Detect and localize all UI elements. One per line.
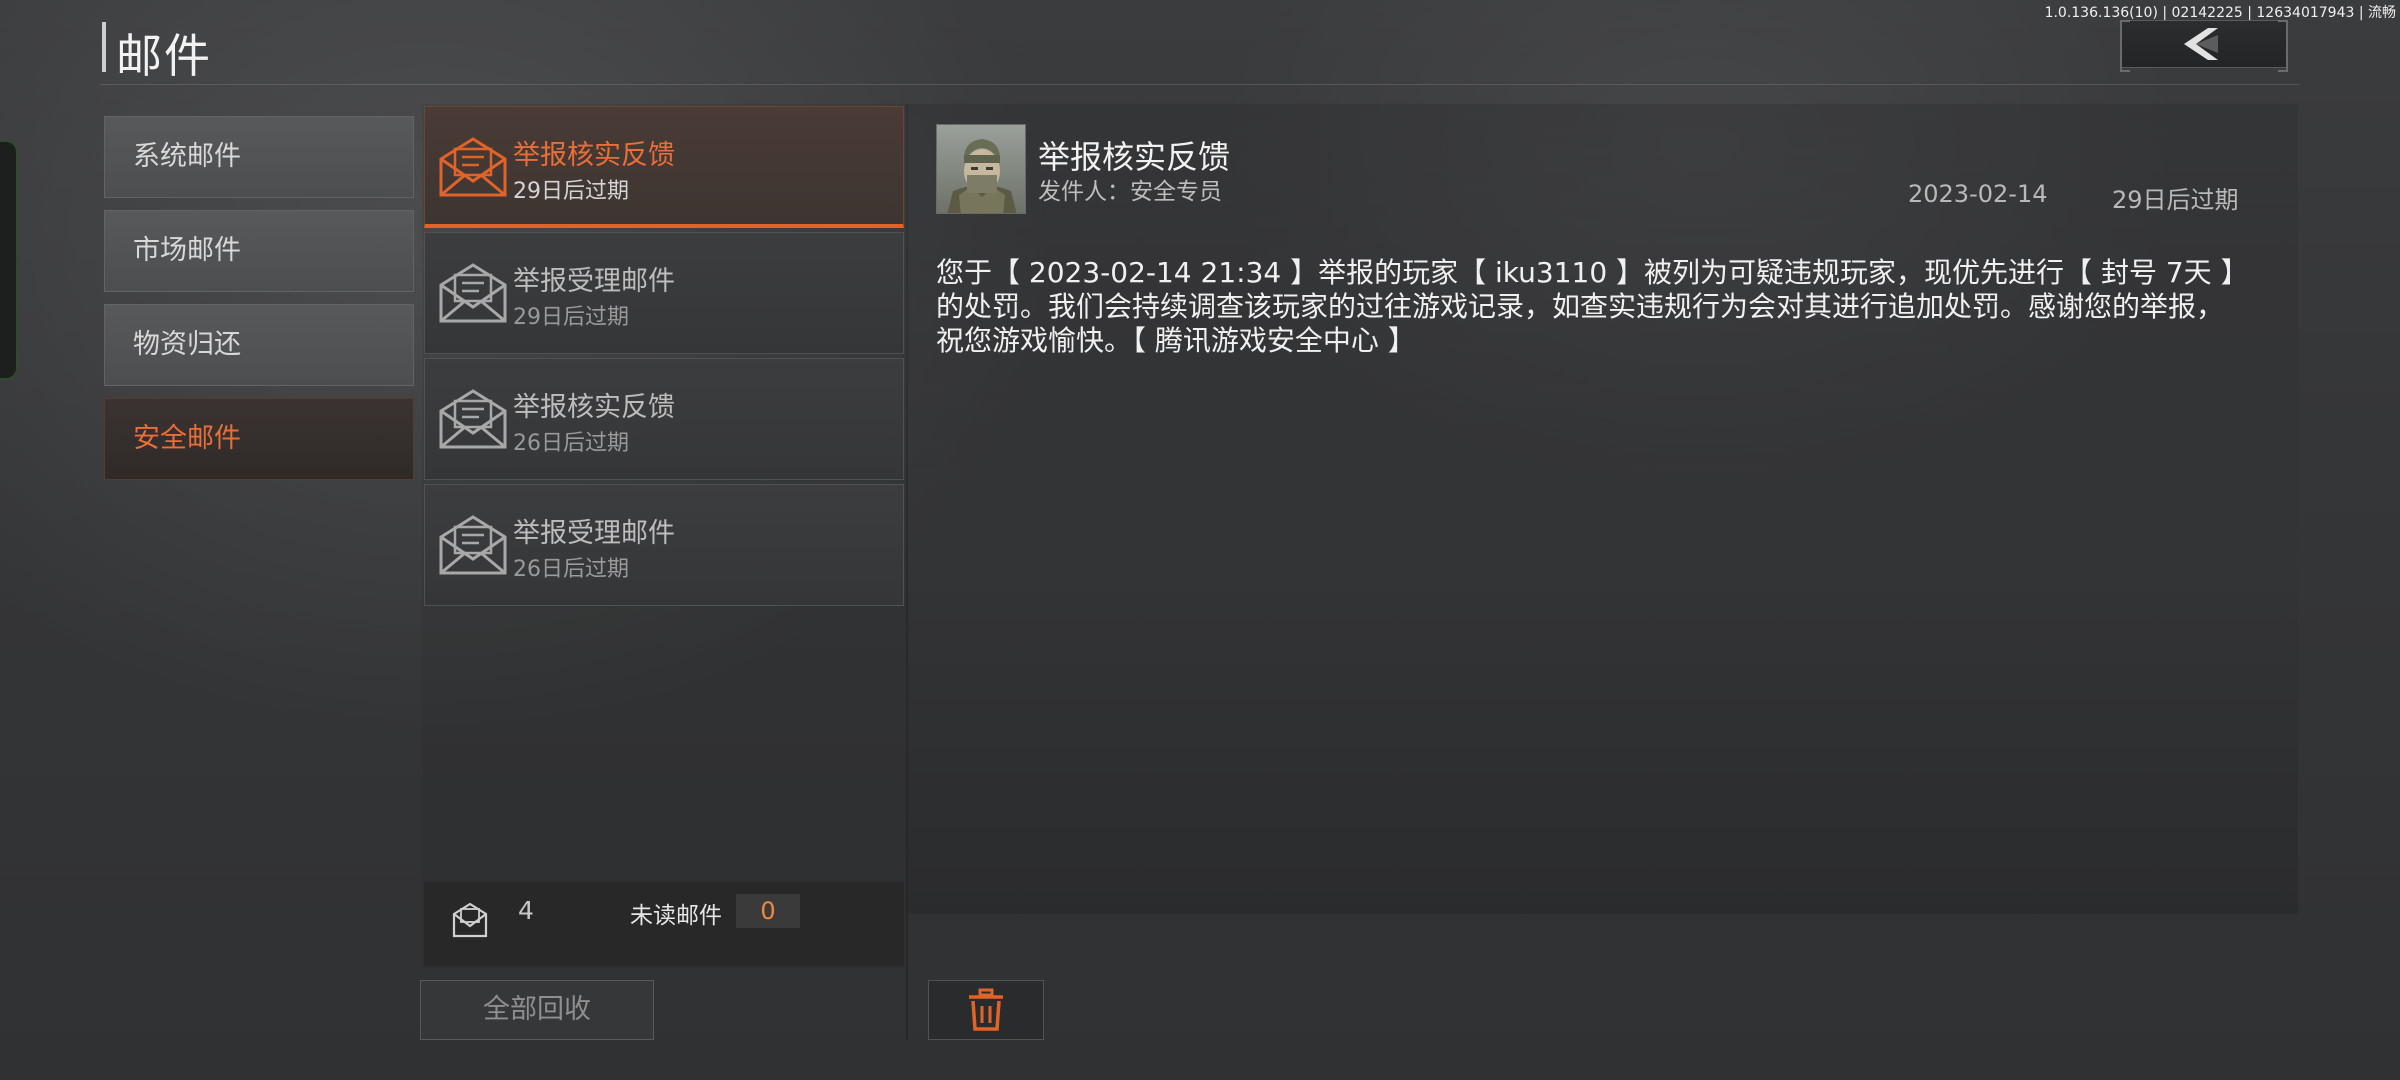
category-label: 安全邮件: [133, 423, 241, 454]
mail-expire: 29日后过期: [513, 179, 629, 204]
page-title: 邮件: [116, 29, 212, 83]
mail-detail-panel: [908, 104, 2298, 914]
category-supply-return[interactable]: 物资归还: [104, 304, 414, 386]
category-label: 系统邮件: [133, 141, 241, 172]
category-label: 物资归还: [133, 329, 241, 360]
mail-title: 举报受理邮件: [513, 266, 675, 297]
mail-envelope-icon: [439, 389, 507, 449]
mail-envelope-icon: [439, 137, 507, 197]
header-divider: [100, 84, 2300, 85]
category-system-mail[interactable]: 系统邮件: [104, 116, 414, 198]
mail-expire: 26日后过期: [513, 431, 629, 456]
sender-label: 发件人：安全专员: [1038, 179, 1222, 205]
mail-title: 举报核实反馈: [513, 140, 675, 171]
mail-expire: 26日后过期: [513, 557, 629, 582]
version-info: 1.0.136.136(10) | 02142225 | 12634017943…: [2044, 5, 2396, 21]
trash-icon: [969, 988, 1003, 1031]
mail-total-count: 4: [518, 896, 534, 925]
mail-list-item[interactable]: 举报受理邮件 26日后过期: [424, 484, 904, 606]
category-market-mail[interactable]: 市场邮件: [104, 210, 414, 292]
category-label: 市场邮件: [133, 235, 241, 266]
mail-expire: 29日后过期: [513, 305, 629, 330]
detail-expire: 29日后过期: [2112, 186, 2239, 214]
back-arrow-icon: [2184, 28, 2218, 60]
unread-label: 未读邮件: [630, 903, 722, 929]
category-security-mail[interactable]: 安全邮件: [104, 398, 414, 480]
mail-envelope-icon: [439, 515, 507, 575]
detail-date: 2023-02-14: [1908, 180, 2048, 208]
mail-title: 举报受理邮件: [513, 518, 675, 549]
back-button[interactable]: [2120, 20, 2288, 72]
mail-list-item[interactable]: 举报核实反馈 26日后过期: [424, 358, 904, 480]
mail-body-text: 您于【 2023-02-14 21:34 】举报的玩家【 iku3110 】被列…: [936, 256, 2235, 357]
delete-button[interactable]: [928, 980, 1044, 1040]
title-accent-bar: [102, 22, 106, 72]
mail-count-icon: [452, 902, 488, 938]
mail-title: 举报核实反馈: [513, 392, 675, 423]
mail-list-item[interactable]: 举报核实反馈 29日后过期: [424, 106, 904, 228]
unread-count-badge: 0: [736, 894, 800, 928]
mail-envelope-icon: [439, 263, 507, 323]
sender-avatar: [936, 124, 1026, 214]
side-drawer-tab[interactable]: [0, 140, 18, 380]
collect-all-button[interactable]: 全部回收: [420, 980, 654, 1040]
mail-list-item[interactable]: 举报受理邮件 29日后过期: [424, 232, 904, 354]
